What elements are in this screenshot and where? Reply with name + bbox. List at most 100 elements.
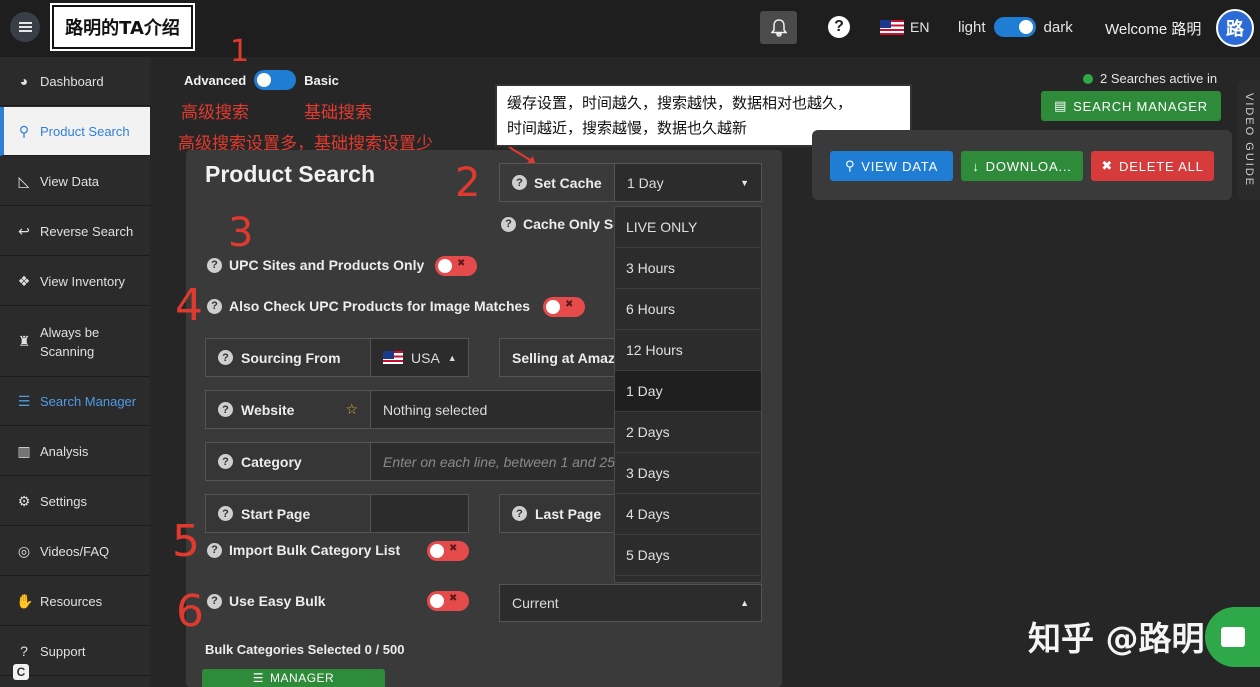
annotation-number-1: 1 — [230, 34, 250, 69]
annotation-number-6: 6 — [176, 586, 204, 637]
help-circle-icon[interactable]: ? — [512, 175, 527, 190]
set-cache-field[interactable]: ? Set Cache 1 Day ▼ — [499, 163, 762, 202]
sidebar-item-videos-faq[interactable]: ◎ Videos/FAQ — [0, 527, 150, 576]
status-dot-icon — [1083, 73, 1093, 84]
sidebar-item-label: Settings — [40, 493, 87, 509]
sidebar-item-label: Product Search — [40, 123, 130, 139]
annotation-number-4: 4 — [175, 280, 203, 331]
website-value: Nothing selected — [383, 401, 488, 418]
cache-option[interactable]: LIVE ONLY — [615, 207, 761, 248]
help-circle-icon[interactable]: ? — [218, 454, 233, 469]
gear-icon: ⚙ — [17, 492, 31, 509]
delete-all-button[interactable]: ✖ DELETE ALL — [1091, 151, 1214, 181]
sidebar-item-view-inventory[interactable]: ❖ View Inventory — [0, 257, 150, 306]
sidebar-item-reverse-search[interactable]: ↩ Reverse Search — [0, 207, 150, 256]
help-circle-icon[interactable]: ? — [218, 506, 233, 521]
chat-icon — [1220, 627, 1245, 647]
help-circle-icon[interactable]: ? — [207, 542, 222, 558]
annotation-note-line-1: 缓存设置，时间越久，搜索越快，数据相对也越久， — [507, 94, 853, 112]
cache-only-label: Cache Only Se — [523, 216, 622, 232]
annotation-number-3: 3 — [228, 210, 254, 256]
website-field: ? Website ☆ Nothing selected — [205, 390, 615, 429]
list-alt-icon: ▤ — [1054, 98, 1068, 113]
help-circle-icon[interactable]: ? — [218, 350, 233, 365]
basic-label: Basic — [304, 72, 339, 88]
cache-option[interactable]: 3 Days — [615, 453, 761, 494]
sidebar-item-label: Search Manager — [40, 393, 137, 409]
reply-icon: ↩ — [18, 222, 30, 239]
help-circle-icon[interactable]: ? — [207, 298, 222, 314]
upc-only-toggle[interactable] — [435, 256, 477, 276]
view-data-button[interactable]: ⚲ VIEW DATA — [830, 151, 953, 181]
sidebar-item-analysis[interactable]: ▥ Analysis — [0, 427, 150, 476]
notification-bell-button[interactable] — [760, 11, 797, 44]
last-page-label: Last Page — [535, 505, 602, 522]
import-bulk-toggle[interactable] — [427, 541, 469, 561]
brand-logo: 路明的TA介绍 — [50, 3, 195, 51]
cache-option[interactable]: 6 Hours — [615, 289, 761, 330]
area-chart-icon: ◺ — [18, 172, 30, 189]
website-label: Website — [241, 401, 295, 418]
sidebar-item-product-search[interactable]: ⚲ Product Search — [0, 107, 150, 156]
star-icon[interactable]: ☆ — [345, 401, 358, 418]
us-flag-icon — [383, 351, 403, 364]
delete-all-label: DELETE ALL — [1119, 158, 1204, 174]
sourcing-from-select[interactable]: USA ▲ — [371, 339, 468, 376]
easy-bulk-toggle[interactable] — [427, 591, 469, 611]
list-icon: ☰ — [252, 671, 265, 685]
sidebar-item-always-be-scanning[interactable]: ♜ Always be Scanning — [0, 307, 150, 377]
hamburger-menu-icon[interactable] — [10, 12, 40, 42]
help-icon[interactable]: ? — [828, 16, 850, 38]
cache-option[interactable]: 12 Hours — [615, 330, 761, 371]
help-circle-icon[interactable]: ? — [512, 506, 527, 521]
manager-button[interactable]: ☰ MANAGER — [202, 669, 385, 687]
list-alt-icon: ☰ — [17, 392, 31, 409]
theme-toggle[interactable] — [993, 17, 1036, 37]
bell-icon — [770, 18, 787, 37]
language-selector[interactable]: EN — [880, 19, 929, 35]
sourcing-from-label: Sourcing From — [241, 349, 341, 366]
cache-option[interactable]: 2 Days — [615, 412, 761, 453]
theme-light-label: light — [958, 18, 986, 36]
also-check-upc-toggle[interactable] — [543, 297, 585, 317]
start-page-input[interactable] — [371, 495, 468, 532]
sidebar-item-dashboard[interactable]: ◕ Dashboard — [0, 57, 150, 106]
help-circle-icon[interactable]: ? — [207, 593, 222, 609]
annotation-number-2: 2 — [455, 160, 481, 206]
sidebar-item-view-data[interactable]: ◺ View Data — [0, 157, 150, 206]
cache-option-selected[interactable]: 1 Day — [615, 371, 761, 412]
theme-dark-label: dark — [1043, 18, 1073, 36]
search-manager-button[interactable]: ▤ SEARCH MANAGER — [1041, 91, 1221, 121]
us-flag-icon — [880, 19, 904, 35]
category-textarea[interactable]: Enter on each line, between 1 and 25 — [371, 443, 615, 480]
easy-bulk-row: ? Use Easy Bulk — [207, 593, 326, 609]
annotation-basic-cn: 基础搜索 — [304, 103, 372, 123]
sidebar-item-label: Reverse Search — [40, 223, 134, 239]
avatar[interactable]: 路 — [1216, 9, 1254, 47]
top-bar: 路明的TA介绍 ? EN light dark Welcome 路明 路 — [0, 0, 1260, 57]
set-cache-select[interactable]: 1 Day ▼ — [615, 164, 761, 201]
download-button[interactable]: ↓ DOWNLOA... — [961, 151, 1083, 181]
chat-widget-button[interactable] — [1205, 607, 1260, 667]
sourcing-from-value: USA — [411, 349, 440, 366]
annotation-number-5: 5 — [172, 516, 200, 567]
sidebar-item-resources[interactable]: ✋ Resources — [0, 577, 150, 626]
sidebar-item-label: View Data — [40, 173, 100, 189]
help-circle-icon[interactable]: ? — [207, 257, 222, 273]
cache-option[interactable]: 5 Days — [615, 535, 761, 576]
current-select[interactable]: Current ▲ — [499, 584, 762, 622]
search-icon: ⚲ — [844, 158, 856, 173]
search-mode-toggle[interactable] — [254, 70, 297, 90]
video-guide-tab[interactable]: VIDEO GUIDE — [1238, 80, 1260, 200]
cache-option[interactable]: 4 Days — [615, 494, 761, 535]
chat-c-icon[interactable]: C — [13, 664, 29, 680]
sidebar-item-settings[interactable]: ⚙ Settings — [0, 477, 150, 526]
website-select[interactable]: Nothing selected — [371, 391, 615, 428]
last-page-field: ? Last Page — [499, 494, 615, 533]
selling-at-field: Selling at Amaz — [499, 338, 615, 377]
cache-option[interactable]: 3 Hours — [615, 248, 761, 289]
help-circle-icon[interactable]: ? — [218, 402, 233, 417]
sidebar-item-search-manager[interactable]: ☰ Search Manager — [0, 377, 150, 426]
help-circle-icon[interactable]: ? — [501, 216, 516, 232]
easy-bulk-label: Use Easy Bulk — [229, 593, 326, 609]
